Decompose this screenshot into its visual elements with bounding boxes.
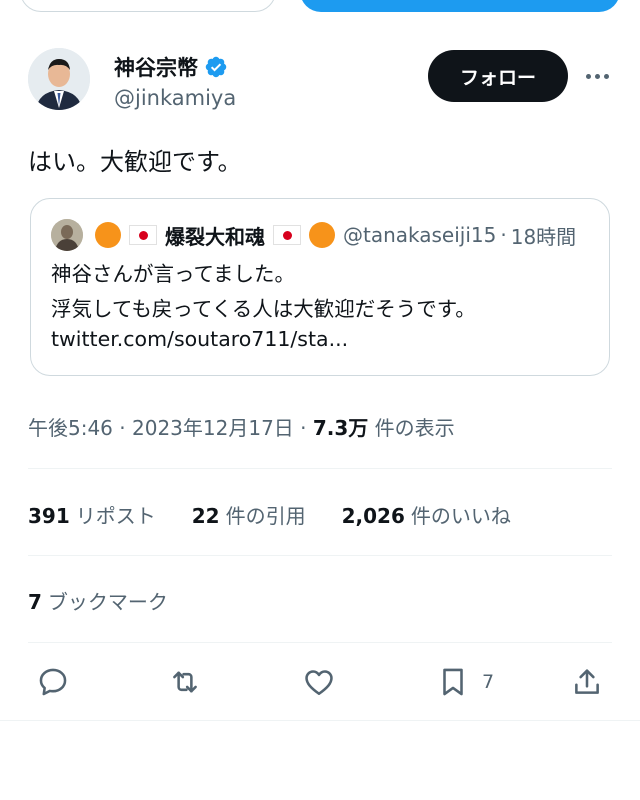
japan-flag-icon	[129, 225, 157, 245]
separator-dot: ·	[119, 416, 126, 440]
tweet-time[interactable]: 午後5:46	[28, 416, 113, 440]
follow-button[interactable]: フォロー	[428, 50, 568, 102]
quotes-count: 22	[191, 504, 220, 528]
quoted-author-handle: @tanakaseiji15	[343, 223, 497, 247]
verified-badge-icon	[205, 56, 227, 78]
quoted-time: 18時間	[510, 224, 577, 249]
reply-button[interactable]	[36, 664, 70, 700]
quotes-label: 件の引用	[225, 504, 306, 528]
reposts-count: 391	[28, 504, 70, 528]
tweet-text: はい。大歓迎です。	[28, 148, 242, 176]
orange-circle-emoji-icon	[95, 222, 121, 248]
divider	[28, 555, 612, 556]
repost-button[interactable]	[168, 664, 202, 700]
like-icon	[305, 670, 333, 696]
reposts-stat[interactable]: 391 リポスト	[28, 500, 156, 529]
quoted-text-line: 神谷さんが言ってました。	[51, 262, 295, 286]
share-button[interactable]	[570, 664, 604, 700]
share-icon	[575, 669, 599, 694]
tweet-meta: 午後5:46 · 2023年12月17日 · 7.3万 件の表示	[28, 412, 455, 441]
views-label: 件の表示	[374, 416, 455, 440]
japan-flag-icon	[273, 225, 301, 245]
quotes-stat[interactable]: 22 件の引用	[192, 500, 306, 529]
author-handle[interactable]: @jinkamiya	[114, 86, 236, 110]
quoted-tweet-card[interactable]: 爆裂大和魂 @tanakaseiji15 · 18時間 神谷さんが言ってました。…	[30, 198, 610, 376]
bookmark-action-count: 7	[482, 671, 495, 693]
like-button[interactable]	[302, 664, 336, 700]
more-options-icon[interactable]	[582, 62, 612, 90]
reposts-label: リポスト	[75, 504, 156, 528]
views-count[interactable]: 7.3万	[313, 416, 368, 440]
bookmarks-label: ブックマーク	[47, 590, 168, 614]
author-avatar[interactable]	[28, 48, 90, 110]
top-right-button[interactable]	[300, 0, 620, 12]
quoted-author-name: 爆裂大和魂	[165, 224, 265, 249]
bookmarks-count: 7	[28, 590, 42, 614]
separator-dot: ·	[500, 223, 507, 247]
bookmark-icon	[443, 668, 463, 696]
likes-stat[interactable]: 2,026 件のいいね	[342, 500, 511, 529]
separator-dot: ·	[300, 416, 307, 440]
divider	[0, 720, 640, 721]
top-left-button[interactable]	[20, 0, 276, 12]
likes-label: 件のいいね	[410, 504, 511, 528]
quoted-link[interactable]: twitter.com/soutaro711/sta...	[51, 327, 348, 351]
divider	[28, 642, 612, 643]
divider	[28, 468, 612, 469]
orange-circle-emoji-icon	[309, 222, 335, 248]
author-name[interactable]: 神谷宗幣	[114, 52, 198, 82]
quoted-author-avatar	[51, 219, 83, 251]
bookmark-button[interactable]: 7	[436, 664, 494, 700]
engagement-stats: 391 リポスト 22 件の引用 2,026 件のいいね	[28, 500, 547, 529]
tweet-date[interactable]: 2023年12月17日	[132, 416, 294, 440]
repost-icon	[173, 671, 197, 693]
reply-icon	[39, 668, 67, 696]
likes-count: 2,026	[341, 504, 405, 528]
quoted-text-line: 浮気しても戻ってくる人は大歓迎だそうです。	[51, 297, 476, 321]
bookmarks-stat[interactable]: 7 ブックマーク	[28, 586, 168, 615]
